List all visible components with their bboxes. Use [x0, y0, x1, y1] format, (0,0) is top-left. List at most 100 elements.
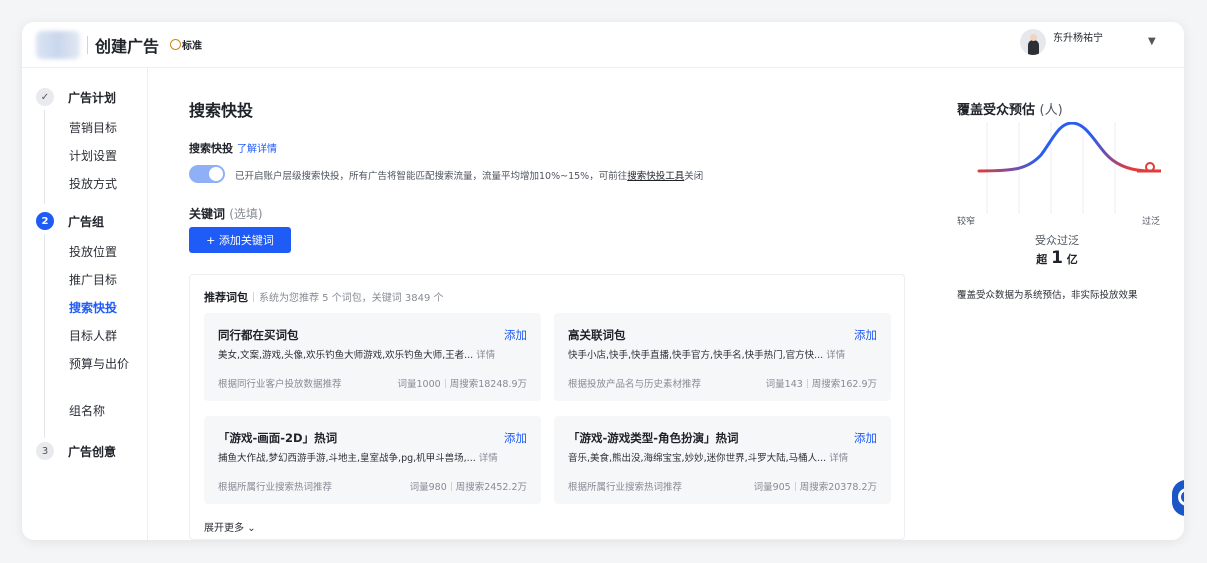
search-volume: 周搜索162.9万 [811, 379, 877, 390]
audience-value: 1 [1051, 248, 1063, 268]
chevron-down-icon[interactable]: ▼ [1148, 36, 1156, 47]
expand-more-label: 展开更多 [204, 523, 244, 534]
card-source: 根据同行业客户投放数据推荐 [218, 379, 342, 390]
card-keywords-text: 捕鱼大作战,梦幻西游手游,斗地主,皇室战争,pg,机甲斗兽场,... [218, 453, 476, 464]
card-stats: 词量143 周搜索162.9万 [766, 376, 877, 390]
step-sidebar: ✓ 广告计划 营销目标 计划设置 投放方式 2 广告组 投放位置 推广目标 搜索… [22, 68, 148, 540]
section-title: 搜索快投 [189, 101, 254, 120]
page-title: 创建广告 [95, 37, 160, 56]
card-keywords-text: 美女,文案,游戏,头像,欢乐钓鱼大师游戏,欢乐钓鱼大师,王者... [218, 350, 474, 361]
word-count: 词量905 [753, 482, 791, 493]
card-source: 根据所属行业搜索热词推荐 [218, 482, 333, 493]
quick-search-desc-text: 已开启账户层级搜索快投，所有广告将智能匹配搜索流量，流量平均增加10%~15%，… [235, 171, 628, 182]
card-keywords-text: 快手小店,快手,快手直播,快手官方,快手名,快手热门,官方快... [568, 350, 824, 361]
step-ad-group[interactable]: 2 广告组 [36, 212, 104, 230]
add-pack-button[interactable]: 添加 [504, 327, 527, 343]
step-number: 2 [36, 212, 54, 230]
sidebar-item-plan-settings[interactable]: 计划设置 [69, 148, 131, 165]
audience-narrow-label: 较窄 [957, 217, 976, 227]
mode-icon [170, 39, 181, 50]
add-keyword-button[interactable]: + 添加关键词 [189, 227, 291, 253]
quick-search-tool-link[interactable]: 搜索快投工具 [627, 171, 684, 182]
recommend-hint: 系统为您推荐 5 个词包，关键词 3849 个 [259, 293, 444, 304]
search-volume: 周搜索20378.2万 [799, 482, 877, 493]
word-count: 词量143 [765, 379, 803, 390]
audience-title: 覆盖受众预估 (人) [957, 99, 1063, 118]
app-window: 创建广告 标准 东升杨祐宁 ▼ ✓ 广告计划 营销目标 计划设置 投放方式 2 … [22, 22, 1184, 540]
step-label: 广告创意 [68, 444, 117, 459]
avatar[interactable] [1020, 29, 1046, 55]
mode-badge: 标准 [170, 37, 202, 52]
step-ad-plan[interactable]: ✓ 广告计划 [36, 88, 116, 106]
card-keywords: 快手小店,快手,快手直播,快手官方,快手名,快手热门,官方快... 详情 [568, 347, 880, 361]
card-keywords: 音乐,美食,熊出没,海绵宝宝,妙妙,迷你世界,斗罗大陆,马桶人... 详情 [568, 450, 880, 464]
keywords-optional: (选填) [229, 207, 263, 221]
card-keywords: 捕鱼大作战,梦幻西游手游,斗地主,皇室战争,pg,机甲斗兽场,... 详情 [218, 450, 530, 464]
expand-more-button[interactable]: 展开更多 ⌄ [204, 519, 256, 534]
quick-search-label-text: 搜索快投 [189, 142, 233, 155]
card-source: 根据投放产品名与历史素材推荐 [568, 379, 702, 390]
quick-search-label: 搜索快投 了解详情 [189, 140, 277, 156]
keywords-label-text: 关键词 [189, 207, 226, 221]
detail-link[interactable]: 详情 [829, 453, 848, 464]
keyword-pack-card: 「游戏-画面-2D」热词 添加 捕鱼大作战,梦幻西游手游,斗地主,皇室战争,pg… [204, 416, 541, 504]
card-stats: 词量980 周搜索2452.2万 [410, 479, 527, 493]
help-icon [1178, 488, 1184, 506]
add-pack-button[interactable]: 添加 [854, 327, 877, 343]
detail-link[interactable]: 详情 [479, 453, 498, 464]
sidebar-item-placement[interactable]: 投放位置 [69, 244, 131, 261]
sidebar-item-group-name[interactable]: 组名称 [69, 403, 131, 420]
step-connector [44, 110, 45, 204]
keyword-pack-card: 高关联词包 添加 快手小店,快手,快手直播,快手官方,快手名,快手热门,官方快.… [554, 313, 891, 401]
quick-search-desc-tail: 关闭 [684, 171, 704, 182]
sidebar-item-marketing-goal[interactable]: 营销目标 [69, 120, 131, 137]
help-float-button[interactable] [1172, 480, 1184, 516]
toggle-knob [209, 167, 223, 181]
header-divider [87, 36, 88, 54]
recommend-title: 推荐词包 [204, 291, 248, 304]
chevron-down-icon: ⌄ [247, 523, 256, 534]
sidebar-item-delivery-method[interactable]: 投放方式 [69, 176, 131, 193]
detail-link[interactable]: 详情 [826, 350, 845, 361]
audience-suffix: 亿 [1066, 253, 1078, 266]
add-pack-button[interactable]: 添加 [504, 430, 527, 446]
check-icon: ✓ [36, 88, 54, 106]
keywords-label: 关键词 (选填) [189, 205, 263, 222]
card-title: 「游戏-画面-2D」热词 [218, 431, 338, 445]
card-title: 「游戏-游戏类型-角色扮演」热词 [568, 431, 739, 445]
audience-state: 受众过泛 [1035, 234, 1079, 247]
card-keywords: 美女,文案,游戏,头像,欢乐钓鱼大师游戏,欢乐钓鱼大师,王者... 详情 [218, 347, 530, 361]
recommend-header: 推荐词包 系统为您推荐 5 个词包，关键词 3849 个 [204, 289, 444, 305]
card-keywords-text: 音乐,美食,熊出没,海绵宝宝,妙妙,迷你世界,斗罗大陆,马桶人... [568, 453, 827, 464]
word-count: 词量980 [409, 482, 447, 493]
audience-prefix: 超 [1036, 253, 1048, 266]
sidebar-item-target-audience[interactable]: 目标人群 [69, 328, 131, 345]
learn-more-link[interactable]: 了解详情 [237, 144, 277, 155]
step-label: 广告组 [68, 214, 105, 229]
card-title: 高关联词包 [568, 328, 626, 342]
search-volume: 周搜索18248.9万 [449, 379, 527, 390]
mode-label: 标准 [182, 41, 202, 52]
sidebar-item-quick-search[interactable]: 搜索快投 [69, 300, 131, 317]
word-count: 词量1000 [397, 379, 441, 390]
quick-search-toggle[interactable] [189, 165, 225, 183]
audience-size: 超 1 亿 [957, 248, 1157, 268]
step-label: 广告计划 [68, 90, 117, 105]
card-title: 同行都在买词包 [218, 328, 299, 342]
step-ad-creative[interactable]: 3 广告创意 [36, 442, 116, 460]
add-pack-button[interactable]: 添加 [854, 430, 877, 446]
audience-unit: (人) [1039, 103, 1063, 118]
quick-search-desc: 已开启账户层级搜索快投，所有广告将智能匹配搜索流量，流量平均增加10%~15%，… [235, 168, 703, 182]
keyword-pack-card: 同行都在买词包 添加 美女,文案,游戏,头像,欢乐钓鱼大师游戏,欢乐钓鱼大师,王… [204, 313, 541, 401]
card-stats: 词量1000 周搜索18248.9万 [398, 376, 527, 390]
audience-broad-label: 过泛 [1142, 217, 1161, 227]
brand-logo [36, 31, 80, 59]
user-name[interactable]: 东升杨祐宁 [1053, 29, 1103, 44]
search-volume: 周搜索2452.2万 [455, 482, 527, 493]
audience-note: 覆盖受众数据为系统预估，非实际投放效果 [957, 290, 1138, 301]
detail-link[interactable]: 详情 [476, 350, 495, 361]
sidebar-item-budget-bid[interactable]: 预算与出价 [69, 356, 131, 373]
step-connector [44, 234, 45, 438]
step-number: 3 [36, 442, 54, 460]
sidebar-item-promo-goal[interactable]: 推广目标 [69, 272, 131, 289]
